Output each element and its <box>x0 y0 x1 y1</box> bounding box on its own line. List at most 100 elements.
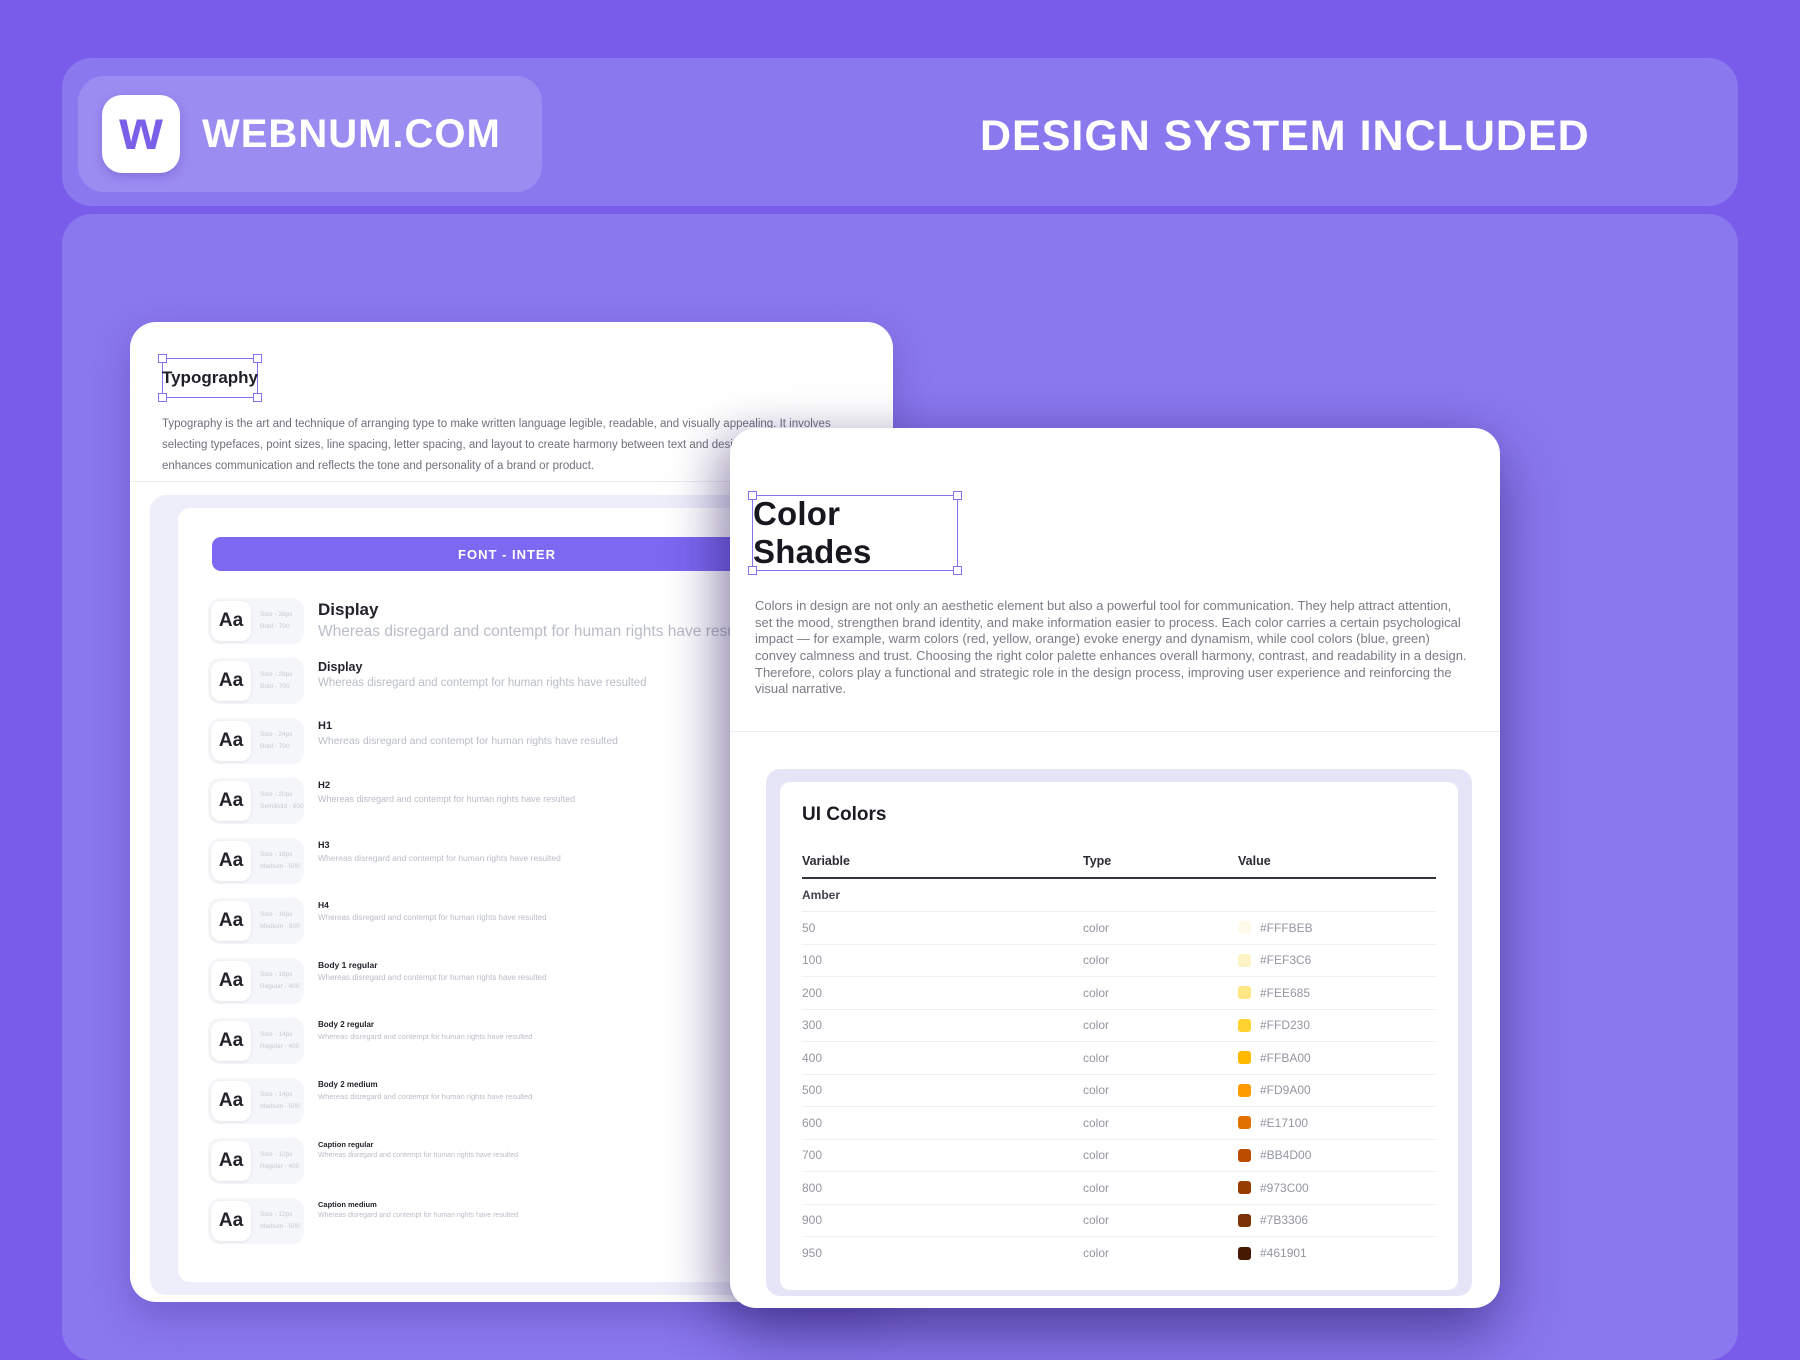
selection-handle[interactable] <box>253 354 262 363</box>
webnum-logo: w <box>102 95 180 173</box>
color-table-row: 100 color #FEF3C6 <box>802 945 1436 978</box>
type-weight-label: Medium - 500 <box>260 1101 300 1113</box>
shade-value: #973C00 <box>1238 1181 1436 1195</box>
color-table-row: 900 color #7B3306 <box>802 1205 1436 1238</box>
shade-variable: 100 <box>802 953 1083 967</box>
type-text: Body 1 regular Whereas disregard and con… <box>318 958 547 982</box>
column-type: Type <box>1083 854 1238 868</box>
shade-type: color <box>1083 1018 1238 1032</box>
shade-hex: #E17100 <box>1260 1116 1308 1130</box>
type-text: Caption regular Whereas disregard and co… <box>318 1138 518 1159</box>
shade-value: #FD9A00 <box>1238 1083 1436 1097</box>
divider <box>730 731 1500 732</box>
aa-sample: Aa <box>211 1081 251 1121</box>
selection-handle[interactable] <box>253 393 262 402</box>
shade-hex: #FFBA00 <box>1260 1051 1311 1065</box>
type-sample-sentence: Whereas disregard and contempt for human… <box>318 794 575 804</box>
aa-sample: Aa <box>211 961 251 1001</box>
type-sample-sentence: Whereas disregard and contempt for human… <box>318 677 647 689</box>
type-weight-label: Bold - 700 <box>260 741 293 753</box>
type-sample-sentence: Whereas disregard and contempt for human… <box>318 1092 532 1101</box>
aa-sample: Aa <box>211 661 251 701</box>
type-weight-label: Medium - 500 <box>260 1221 300 1233</box>
type-scale-row: Aa Size - 24px Bold - 700 H1 Whereas dis… <box>208 718 815 764</box>
column-value: Value <box>1238 854 1436 868</box>
type-badge: Aa Size - 14px Regular - 400 <box>208 1018 304 1064</box>
ui-colors-card: UI Colors Variable Type Value Amber 50 c… <box>780 782 1458 1290</box>
shade-hex: #FD9A00 <box>1260 1083 1311 1097</box>
selection-handle[interactable] <box>953 566 962 575</box>
ui-colors-panel: UI Colors Variable Type Value Amber 50 c… <box>766 769 1472 1296</box>
shade-type: color <box>1083 953 1238 967</box>
type-scale-row: Aa Size - 14px Regular - 400 Body 2 regu… <box>208 1018 815 1064</box>
shade-value: #FFFBEB <box>1238 921 1436 935</box>
type-text: Display Whereas disregard and contempt f… <box>318 658 647 689</box>
ui-colors-title: UI Colors <box>802 804 886 826</box>
type-sample-sentence: Whereas disregard and contempt for human… <box>318 913 547 922</box>
color-swatch <box>1238 1181 1251 1194</box>
shade-variable: 950 <box>802 1246 1083 1260</box>
type-size-label: Size - 14px <box>260 1089 300 1101</box>
color-swatch <box>1238 986 1251 999</box>
shade-type: color <box>1083 1181 1238 1195</box>
type-meta: Size - 14px Regular - 400 <box>260 1029 299 1052</box>
shade-hex: #FEE685 <box>1260 986 1310 1000</box>
shade-hex: #FEF3C6 <box>1260 953 1311 967</box>
type-meta: Size - 18px Medium - 500 <box>260 849 300 872</box>
aa-sample: Aa <box>211 721 251 761</box>
type-meta: Size - 36px Bold - 700 <box>260 609 293 632</box>
selection-handle[interactable] <box>158 393 167 402</box>
type-sample-sentence: Whereas disregard and contempt for human… <box>318 853 561 863</box>
color-table-row: 300 color #FFD230 <box>802 1010 1436 1043</box>
type-meta: Size - 24px Bold - 700 <box>260 729 293 752</box>
type-size-label: Size - 16px <box>260 969 299 981</box>
type-scale-list: Aa Size - 36px Bold - 700 Display Wherea… <box>208 598 815 1258</box>
shade-value: #461901 <box>1238 1246 1436 1260</box>
type-style-name: H1 <box>318 720 618 732</box>
aa-sample: Aa <box>211 841 251 881</box>
color-table: Variable Type Value Amber 50 color #FFFB… <box>802 854 1436 1270</box>
type-text: H3 Whereas disregard and contempt for hu… <box>318 838 561 863</box>
brand-name: WEBNUM.COM <box>202 112 501 157</box>
aa-sample: Aa <box>211 781 251 821</box>
color-swatch <box>1238 1084 1251 1097</box>
type-badge: Aa Size - 16px Regular - 400 <box>208 958 304 1004</box>
color-swatch <box>1238 954 1251 967</box>
selection-handle[interactable] <box>158 354 167 363</box>
shade-type: color <box>1083 1116 1238 1130</box>
type-badge: Aa Size - 20px Semibold - 600 <box>208 778 304 824</box>
type-scale-row: Aa Size - 12px Medium - 500 Caption medi… <box>208 1198 815 1244</box>
typography-title-selection[interactable]: Typography <box>162 358 258 398</box>
type-size-label: Size - 20px <box>260 789 304 801</box>
tagline: DESIGN SYSTEM INCLUDED <box>980 112 1590 161</box>
shade-variable: 700 <box>802 1148 1083 1162</box>
typography-card-title: Typography <box>162 368 258 388</box>
content-panel: Typography Typography is the art and tec… <box>62 214 1738 1360</box>
type-scale-row: Aa Size - 16px Medium - 500 H4 Whereas d… <box>208 898 815 944</box>
type-scale-row: Aa Size - 14px Medium - 500 Body 2 mediu… <box>208 1078 815 1124</box>
shade-hex: #973C00 <box>1260 1181 1309 1195</box>
type-badge: Aa Size - 24px Bold - 700 <box>208 718 304 764</box>
color-swatch <box>1238 1051 1251 1064</box>
type-text: Display Whereas disregard and contempt f… <box>318 598 761 641</box>
type-scale-row: Aa Size - 28px Bold - 700 Display Wherea… <box>208 658 815 704</box>
type-badge: Aa Size - 16px Medium - 500 <box>208 898 304 944</box>
shade-value: #FFBA00 <box>1238 1051 1436 1065</box>
type-weight-label: Medium - 500 <box>260 861 300 873</box>
brand-chip[interactable]: w WEBNUM.COM <box>78 76 542 192</box>
color-title-selection[interactable]: Color Shades <box>752 495 958 571</box>
selection-handle[interactable] <box>748 491 757 500</box>
selection-handle[interactable] <box>748 566 757 575</box>
selection-handle[interactable] <box>953 491 962 500</box>
header-band: w WEBNUM.COM DESIGN SYSTEM INCLUDED <box>62 58 1738 206</box>
page: w WEBNUM.COM DESIGN SYSTEM INCLUDED Typo… <box>0 0 1800 1360</box>
type-scale-row: Aa Size - 18px Medium - 500 H3 Whereas d… <box>208 838 815 884</box>
type-size-label: Size - 16px <box>260 909 300 921</box>
type-weight-label: Bold - 700 <box>260 621 293 633</box>
shade-variable: 900 <box>802 1213 1083 1227</box>
type-text: H2 Whereas disregard and contempt for hu… <box>318 778 575 804</box>
shade-type: color <box>1083 1213 1238 1227</box>
font-banner: FONT - INTER <box>212 537 802 571</box>
type-size-label: Size - 24px <box>260 729 293 741</box>
color-card-title: Color Shades <box>753 495 957 571</box>
